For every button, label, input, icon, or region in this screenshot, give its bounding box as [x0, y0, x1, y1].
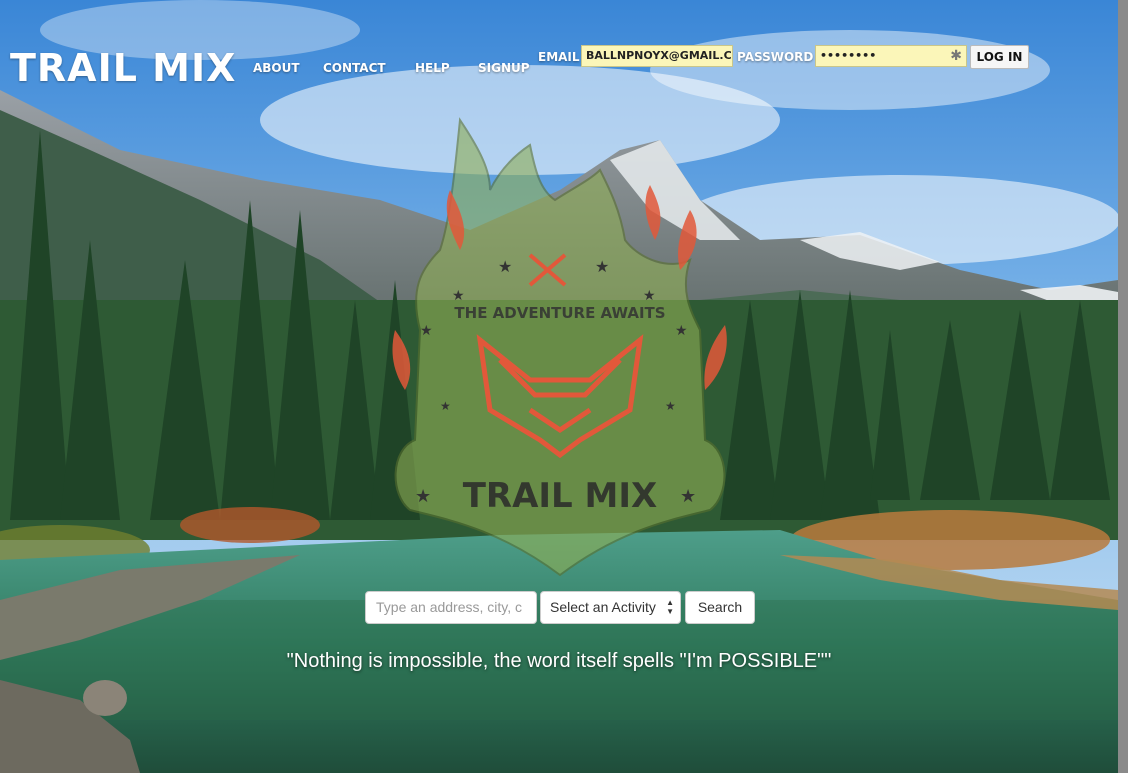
location-search-placeholder: Type an address, city, c	[376, 599, 523, 615]
site-logo-title[interactable]: TRAIL MIX	[10, 46, 236, 90]
search-button[interactable]: Search	[685, 591, 755, 624]
nav-help-link[interactable]: HELP	[415, 61, 450, 75]
svg-text:★: ★	[675, 322, 688, 338]
password-value: ••••••••	[820, 49, 877, 62]
select-arrows-icon: ▲ ▼	[666, 598, 674, 616]
password-field[interactable]: •••••••• ✱	[815, 45, 967, 67]
password-label: PASSWORD	[737, 50, 814, 64]
login-button[interactable]: LOG IN	[970, 45, 1029, 69]
emblem-tagline: THE ADVENTURE AWAITS	[454, 304, 665, 322]
window-edge	[1118, 0, 1128, 773]
email-label: EMAIL	[538, 50, 580, 64]
svg-text:★: ★	[440, 399, 451, 413]
emblem-name: TRAIL MIX	[463, 476, 658, 516]
svg-text:★: ★	[595, 259, 609, 276]
activity-select-value: Select an Activity	[550, 599, 656, 615]
svg-text:★: ★	[420, 322, 433, 338]
key-icon: ✱	[950, 48, 962, 64]
svg-text:★: ★	[665, 399, 676, 413]
nav-about-link[interactable]: ABOUT	[253, 61, 300, 75]
activity-select[interactable]: Select an Activity ▲ ▼	[540, 591, 681, 624]
svg-text:★: ★	[643, 287, 656, 303]
location-search-input[interactable]: Type an address, city, c	[365, 591, 537, 624]
emblem-graphic: ★ ★ ★ ★ ★ ★ ★ ★ ★ ★ THE ADVENTURE AWAITS…	[392, 117, 727, 577]
nav-contact-link[interactable]: CONTACT	[323, 61, 386, 75]
trail-mix-emblem: ★ ★ ★ ★ ★ ★ ★ ★ ★ ★ THE ADVENTURE AWAITS…	[380, 110, 740, 580]
svg-text:★: ★	[498, 259, 512, 276]
page: TRAIL MIX ABOUT CONTACT HELP SIGNUP EMAI…	[0, 0, 1118, 773]
inspirational-quote: "Nothing is impossible, the word itself …	[286, 650, 832, 672]
svg-text:★: ★	[452, 287, 465, 303]
email-field[interactable]: BALLNPNOYX@GMAIL.C	[581, 45, 733, 67]
email-value: BALLNPNOYX@GMAIL.C	[586, 49, 732, 62]
svg-text:★: ★	[680, 486, 696, 506]
nav-signup-link[interactable]: SIGNUP	[478, 61, 530, 75]
svg-text:★: ★	[415, 486, 431, 506]
